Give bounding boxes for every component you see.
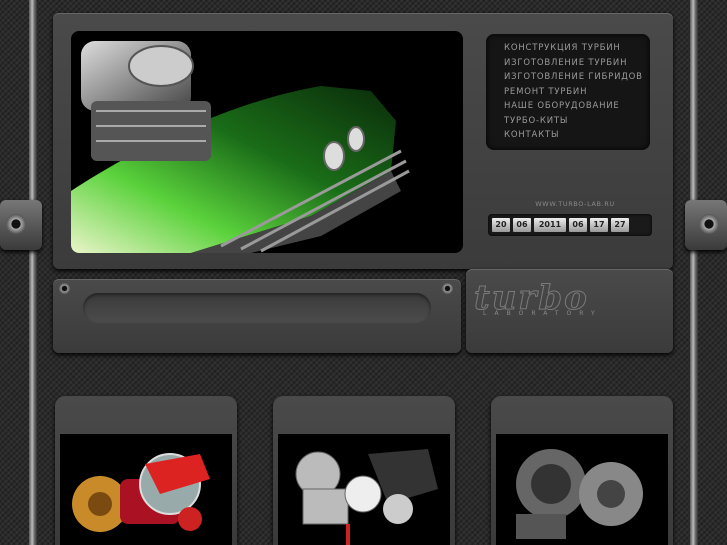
bolt-icon	[6, 214, 26, 234]
menu-item-hybrid-manufacturing[interactable]: Изготовление гибридов	[486, 70, 650, 85]
date-day: 20	[492, 218, 510, 232]
right-clamp	[685, 200, 727, 250]
plate-groove	[83, 293, 431, 323]
right-rail	[690, 0, 698, 545]
menu-item-turbine-manufacturing[interactable]: Изготовление турбин	[486, 56, 650, 71]
lower-plate	[53, 279, 461, 353]
menu-item-contacts[interactable]: Контакты	[486, 128, 650, 143]
left-rail	[29, 0, 37, 545]
screw-icon	[59, 283, 70, 294]
hero-car-image	[71, 31, 463, 253]
menu-item-turbine-repair[interactable]: Ремонт турбин	[486, 85, 650, 100]
date-year: 2011	[534, 218, 566, 232]
site-url: www.turbo-lab.ru	[535, 200, 615, 208]
date-month: 06	[513, 218, 531, 232]
logo-subtitle: LABORATORY	[483, 310, 603, 317]
main-menu: Конструкция турбин Изготовление турбин И…	[486, 34, 650, 150]
datetime-display: 20 06 2011 06 17 27	[488, 214, 652, 236]
product-card-2[interactable]	[273, 396, 455, 545]
product-card-3[interactable]	[491, 396, 673, 545]
time-second: 27	[611, 218, 629, 232]
time-hour: 06	[569, 218, 587, 232]
screw-icon	[442, 283, 453, 294]
turbo-photo-image	[496, 434, 668, 545]
left-clamp	[0, 200, 42, 250]
menu-item-turbo-kits[interactable]: Турбо-киты	[486, 114, 650, 129]
product-card-1[interactable]	[55, 396, 237, 545]
turbo-cutaway-image	[60, 434, 232, 545]
time-minute: 17	[590, 218, 608, 232]
menu-item-turbine-design[interactable]: Конструкция турбин	[486, 41, 650, 56]
turbo-wireframe-image	[278, 434, 450, 545]
menu-item-equipment[interactable]: Наше оборудование	[486, 99, 650, 114]
bolt-icon	[699, 214, 719, 234]
